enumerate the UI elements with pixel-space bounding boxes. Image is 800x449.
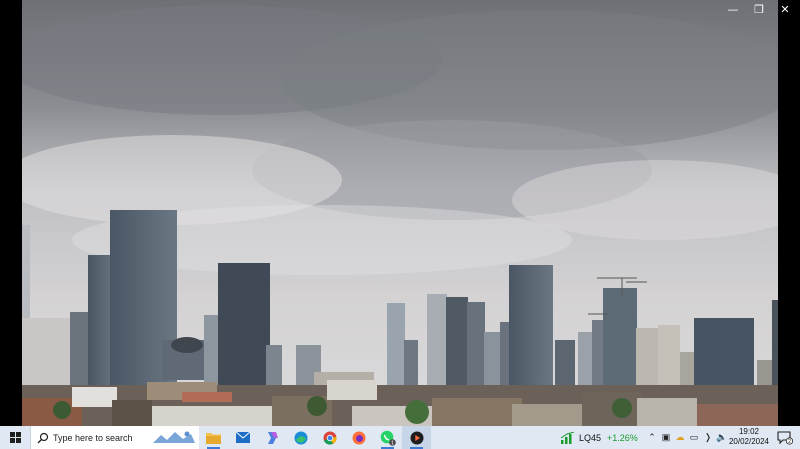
clock-date: 20/02/2024 xyxy=(728,437,770,446)
show-hidden-icons-icon[interactable]: ⌃ xyxy=(645,426,659,449)
mail-icon xyxy=(235,432,250,443)
windows-logo-icon xyxy=(9,432,21,443)
whatsapp-button[interactable]: 1 xyxy=(373,426,402,449)
close-button[interactable]: ✕ xyxy=(772,0,798,18)
copilot-button[interactable] xyxy=(257,426,286,449)
minimize-button[interactable]: — xyxy=(720,0,746,18)
notification-center-button[interactable]: 2 xyxy=(774,426,796,449)
wifi-icon[interactable]: ❭ xyxy=(701,426,715,449)
restore-button[interactable]: ❐ xyxy=(746,0,772,18)
search-icon xyxy=(37,432,49,443)
search-placeholder: Type here to search xyxy=(53,432,133,443)
folder-icon xyxy=(206,433,221,444)
stock-widget[interactable]: LQ45 +1.26% xyxy=(561,426,638,449)
file-explorer-button[interactable] xyxy=(199,426,228,449)
minimize-icon: — xyxy=(727,2,739,16)
taskbar: Type here to search 1 LQ45 +1.26% ⌃ ▣ ☁ … xyxy=(0,426,800,449)
stock-change: +1.26% xyxy=(607,432,638,443)
meet-now-icon[interactable]: ▣ xyxy=(659,426,673,449)
cloud-sync-icon[interactable]: ☁ xyxy=(673,426,687,449)
search-highlight-icon xyxy=(153,431,195,443)
video-player-window: — ❐ ✕ xyxy=(0,0,800,426)
stock-symbol: LQ45 xyxy=(579,432,602,443)
chrome-icon xyxy=(323,431,336,445)
system-tray: ⌃ ▣ ☁ ▭ ❭ 🔈 xyxy=(645,426,729,449)
chrome-button[interactable] xyxy=(315,426,344,449)
battery-icon[interactable]: ▭ xyxy=(687,426,701,449)
copilot-icon xyxy=(267,431,278,444)
whatsapp-icon: 1 xyxy=(380,430,396,446)
media-player-icon xyxy=(410,431,423,444)
start-button[interactable] xyxy=(0,426,30,449)
firefox-icon xyxy=(352,431,365,444)
notification-count: 2 xyxy=(788,438,791,444)
taskbar-search-box[interactable]: Type here to search xyxy=(30,426,199,449)
restore-icon: ❐ xyxy=(754,2,764,16)
edge-button[interactable] xyxy=(286,426,315,449)
firefox-button[interactable] xyxy=(344,426,373,449)
mail-button[interactable] xyxy=(228,426,257,449)
close-icon: ✕ xyxy=(780,2,790,16)
taskbar-clock[interactable]: 19:02 20/02/2024 xyxy=(727,427,771,447)
media-player-button[interactable] xyxy=(402,426,431,449)
stock-chart-icon xyxy=(561,431,575,444)
notification-icon: 2 xyxy=(777,430,793,444)
whatsapp-badge: 1 xyxy=(391,440,394,446)
video-frame-city-skyline[interactable] xyxy=(22,0,778,426)
clock-time: 19:02 xyxy=(738,427,760,436)
edge-icon xyxy=(294,431,307,444)
